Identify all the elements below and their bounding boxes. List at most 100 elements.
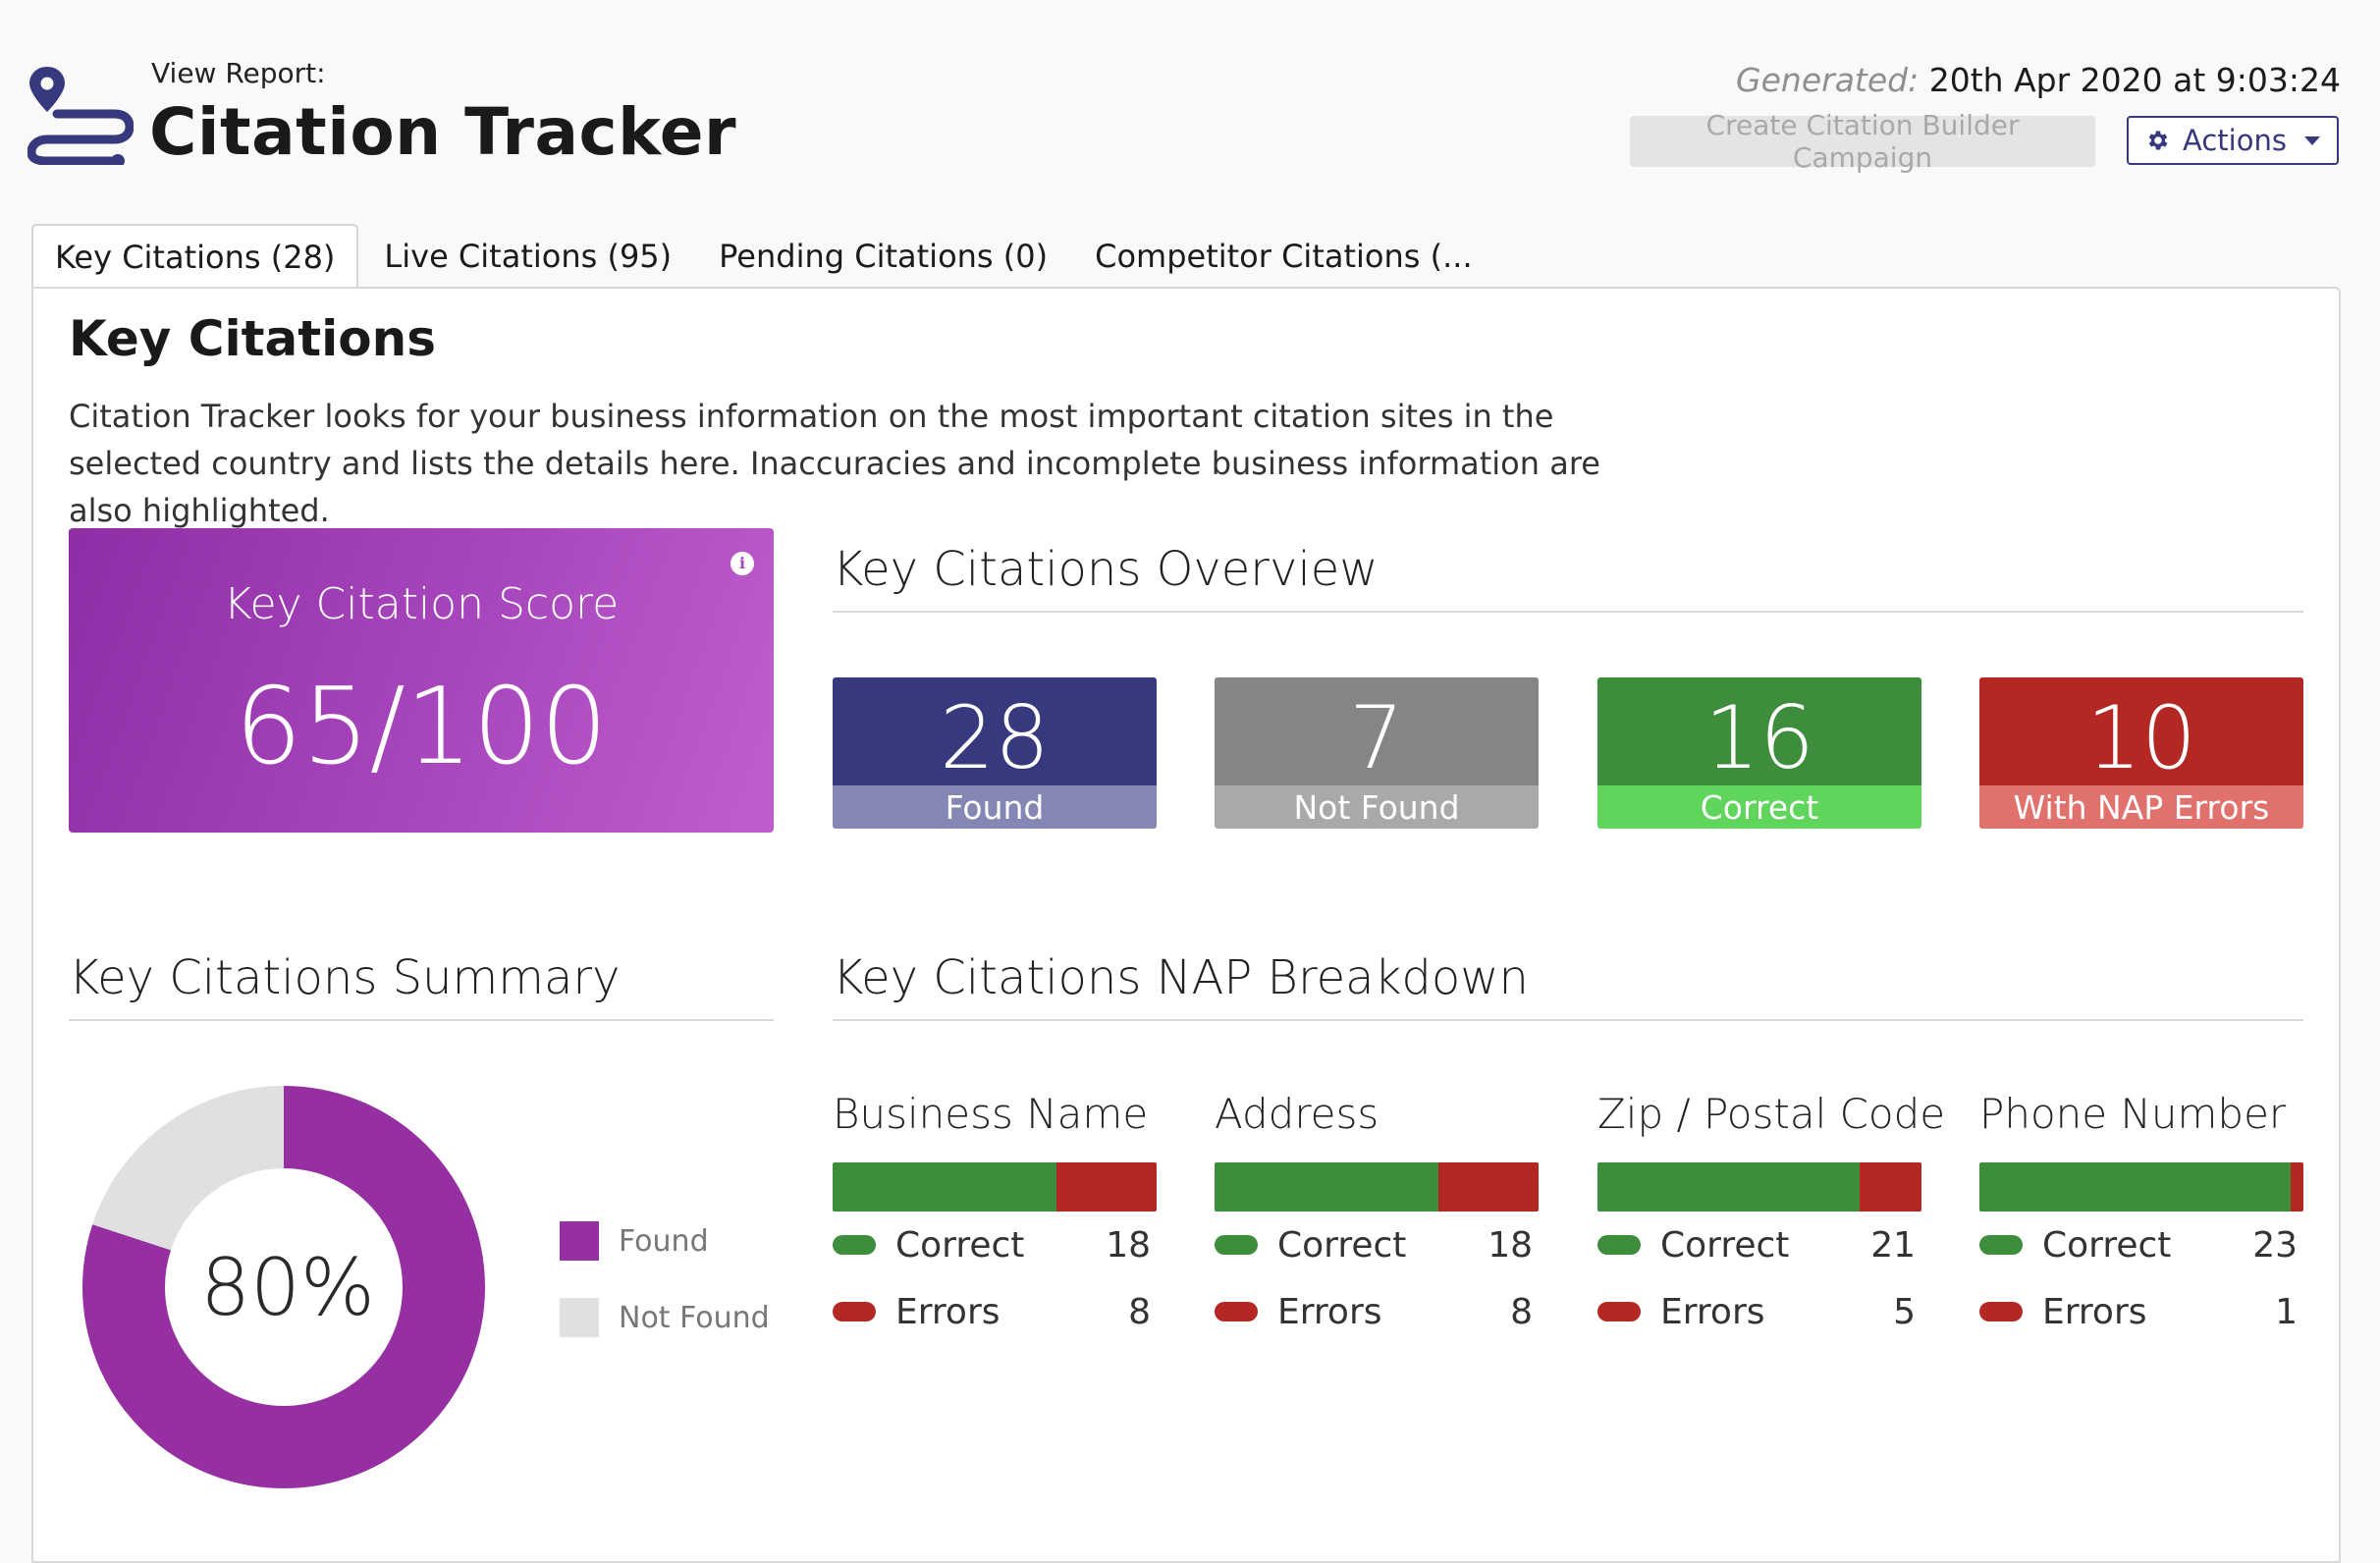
score-label: Key Citation Score xyxy=(223,579,620,629)
errors-count: 5 xyxy=(1893,1291,1916,1332)
correct-pill-icon xyxy=(1597,1235,1641,1255)
stat-label: Not Found xyxy=(1215,785,1539,829)
legend-label: Found xyxy=(619,1223,709,1259)
stat-label: Found xyxy=(833,785,1157,829)
nap-errors-row: Errors 5 xyxy=(1597,1278,1921,1345)
errors-label: Errors xyxy=(895,1291,1001,1332)
legend-label: Not Found xyxy=(619,1300,770,1335)
stat-label: Correct xyxy=(1597,785,1921,829)
nap-bar-correct xyxy=(1215,1162,1438,1212)
legend-swatch xyxy=(560,1221,599,1261)
correct-count: 23 xyxy=(2252,1224,2298,1266)
stat-not-found: 7 Not Found xyxy=(1215,677,1539,829)
errors-count: 8 xyxy=(1128,1291,1151,1332)
info-icon[interactable]: i xyxy=(730,552,754,575)
stat-nap-errors: 10 With NAP Errors xyxy=(1979,677,2303,829)
nap-bar xyxy=(1597,1162,1921,1212)
stat-value: 16 xyxy=(1597,677,1921,788)
actions-dropdown-button[interactable]: Actions xyxy=(2127,116,2339,165)
nap-bar xyxy=(1979,1162,2303,1212)
errors-count: 8 xyxy=(1510,1291,1533,1332)
gear-icon xyxy=(2148,131,2168,150)
nap-title: Zip / Postal Code xyxy=(1597,1090,1946,1138)
tab-competitor-citations[interactable]: Competitor Citations (... xyxy=(1073,224,1494,289)
stat-value: 10 xyxy=(1979,677,2303,788)
legend-found: Found xyxy=(560,1221,709,1261)
errors-label: Errors xyxy=(1277,1291,1382,1332)
nap-title: Business Name xyxy=(833,1090,1149,1138)
legend-swatch xyxy=(560,1298,599,1337)
nap-title: Address xyxy=(1215,1090,1379,1138)
actions-label: Actions xyxy=(2183,124,2287,157)
section-description: Citation Tracker looks for your business… xyxy=(69,398,1600,529)
score-value: 65/100 xyxy=(235,666,608,788)
overview-divider xyxy=(833,611,2303,613)
stat-found: 28 Found xyxy=(833,677,1157,829)
summary-title: Key Citations Summary xyxy=(69,950,621,1005)
key-citation-score-card: i Key Citation Score 65/100 xyxy=(69,528,774,833)
nap-correct-row: Correct 21 xyxy=(1597,1212,1921,1278)
create-campaign-label: Create Citation Builder Campaign xyxy=(1705,109,2020,174)
stat-label: With NAP Errors xyxy=(1979,785,2303,829)
nap-divider xyxy=(833,1019,2303,1021)
nap-correct-row: Correct 18 xyxy=(1215,1212,1539,1278)
nap-bar xyxy=(833,1162,1157,1212)
generated-timestamp: Generated: 20th Apr 2020 at 9:03:24 xyxy=(1736,61,2341,99)
nap-breakdown-title: Key Citations NAP Breakdown xyxy=(833,950,1529,1005)
tab-key-citations[interactable]: Key Citations (28) xyxy=(31,224,359,289)
tab-pending-citations[interactable]: Pending Citations (0) xyxy=(697,224,1069,289)
correct-pill-icon xyxy=(1215,1235,1258,1255)
correct-label: Correct xyxy=(895,1224,1025,1266)
legend-not-found: Not Found xyxy=(560,1298,770,1337)
errors-label: Errors xyxy=(2042,1291,2147,1332)
errors-count: 1 xyxy=(2275,1291,2298,1332)
nap-bar-errors xyxy=(2290,1162,2303,1212)
correct-pill-icon xyxy=(833,1235,876,1255)
nap-errors-row: Errors 1 xyxy=(1979,1278,2303,1345)
tab-bar: Key Citations (28) Live Citations (95) P… xyxy=(31,224,1498,289)
nap-correct-row: Correct 23 xyxy=(1979,1212,2303,1278)
nap-errors-row: Errors 8 xyxy=(833,1278,1157,1345)
page-title: Citation Tracker xyxy=(149,94,737,170)
tab-live-citations[interactable]: Live Citations (95) xyxy=(362,224,693,289)
stat-value: 7 xyxy=(1215,677,1539,788)
nap-bar xyxy=(1215,1162,1539,1212)
nap-phone-number: Phone Number Correct 23 Errors 1 xyxy=(1979,1090,2303,1345)
nap-title: Phone Number xyxy=(1979,1090,2287,1138)
correct-count: 21 xyxy=(1870,1224,1916,1266)
errors-pill-icon xyxy=(1597,1302,1641,1321)
correct-count: 18 xyxy=(1106,1224,1151,1266)
nap-errors-row: Errors 8 xyxy=(1215,1278,1539,1345)
caret-down-icon xyxy=(2303,135,2320,145)
nap-bar-errors xyxy=(1437,1162,1539,1212)
errors-pill-icon xyxy=(1979,1302,2023,1321)
summary-divider xyxy=(69,1019,774,1021)
nap-business-name: Business Name Correct 18 Errors 8 xyxy=(833,1090,1157,1345)
correct-pill-icon xyxy=(1979,1235,2023,1255)
nap-bar-errors xyxy=(1055,1162,1157,1212)
generated-value: 20th Apr 2020 at 9:03:24 xyxy=(1928,61,2341,99)
errors-pill-icon xyxy=(1215,1302,1258,1321)
nap-address: Address Correct 18 Errors 8 xyxy=(1215,1090,1539,1345)
correct-label: Correct xyxy=(1660,1224,1790,1266)
correct-label: Correct xyxy=(1277,1224,1407,1266)
generated-label: Generated: xyxy=(1736,61,1920,99)
nap-zip-code: Zip / Postal Code Correct 21 Errors 5 xyxy=(1597,1090,1946,1345)
location-route-icon xyxy=(27,67,134,165)
nap-correct-row: Correct 18 xyxy=(833,1212,1157,1278)
stat-correct: 16 Correct xyxy=(1597,677,1921,829)
errors-pill-icon xyxy=(833,1302,876,1321)
nap-bar-correct xyxy=(833,1162,1056,1212)
donut-center-label: 80% xyxy=(200,1241,375,1333)
stat-value: 28 xyxy=(833,677,1157,788)
create-citation-campaign-button[interactable]: Create Citation Builder Campaign xyxy=(1630,109,2095,174)
correct-label: Correct xyxy=(2042,1224,2172,1266)
view-report-label: View Report: xyxy=(151,57,326,89)
nap-bar-correct xyxy=(1597,1162,1861,1212)
nap-bar-correct xyxy=(1979,1162,2291,1212)
section-title: Key Citations xyxy=(69,310,436,367)
errors-label: Errors xyxy=(1660,1291,1765,1332)
overview-title: Key Citations Overview xyxy=(833,542,1379,597)
nap-bar-errors xyxy=(1860,1162,1921,1212)
correct-count: 18 xyxy=(1488,1224,1533,1266)
